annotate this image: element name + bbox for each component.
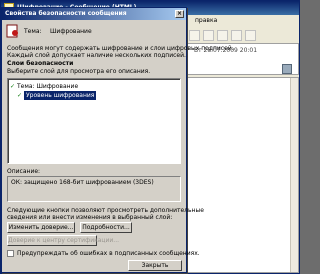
message-body — [187, 77, 299, 273]
dialog-title: Свойства безопасности сообщения — [5, 10, 127, 17]
subject-value: Шифрование — [50, 28, 92, 35]
tree-item-label: Тема: Шифрование — [17, 83, 79, 90]
close-icon[interactable]: × — [175, 10, 184, 18]
description-box: ОК: защищено 168-бит шифрованием (3DES) — [7, 176, 181, 202]
details-button[interactable]: Подробности... — [80, 222, 132, 233]
tree-item-label: Уровень шифрования — [24, 91, 97, 100]
vertical-scrollbar[interactable] — [290, 78, 298, 272]
print-icon[interactable] — [203, 29, 214, 41]
edit-trust-button[interactable]: Изменить доверие... — [7, 222, 75, 233]
description-value: ОК: защищено 168-бит шифрованием (3DES) — [11, 179, 154, 186]
subject-label: Тема: — [24, 28, 42, 35]
down-arrow-icon[interactable] — [245, 29, 256, 41]
trust-ca-button[interactable]: Доверие к центру сертификации... — [7, 235, 119, 246]
dialog-titlebar: Свойства безопасности сообщения × — [2, 8, 186, 20]
check-icon: ✓ — [17, 92, 23, 99]
buttons-hint-line-1: Следующие кнопки позволяют просмотреть д… — [7, 207, 204, 214]
warn-checkbox[interactable] — [7, 250, 14, 257]
info-line-2: Каждый слой допускает наличие нескольких… — [7, 52, 186, 59]
description-label: Описание: — [7, 168, 41, 175]
reply-icon[interactable] — [189, 29, 200, 41]
layers-heading: Слои безопасности — [7, 60, 74, 67]
security-properties-dialog: Свойства безопасности сообщения × Тема: … — [1, 7, 234, 273]
buttons-hint-line-2: сведения или внести изменения в выбранны… — [7, 214, 173, 221]
tree-item-encryption[interactable]: ✓ Уровень шифрования — [10, 91, 178, 100]
check-icon: ✓ — [10, 83, 16, 90]
info-line-1: Сообщения могут содержать шифрование и с… — [7, 45, 234, 52]
close-button[interactable]: Закрыть — [128, 260, 182, 271]
warn-checkbox-label: Предупреждать об ошибках в подписанных с… — [17, 250, 200, 257]
up-arrow-icon[interactable] — [231, 29, 242, 41]
delete-icon[interactable] — [217, 29, 228, 41]
certificate-icon — [6, 24, 18, 38]
background-menubar: правка — [187, 15, 299, 27]
menu-item-edit[interactable]: правка — [195, 17, 217, 24]
security-icon[interactable] — [282, 64, 292, 74]
security-layers-tree[interactable]: ✓ Тема: Шифрование ✓ Уровень шифрования — [7, 78, 181, 164]
background-toolbar — [187, 28, 299, 42]
layers-instruction: Выберите слой для просмотра его описания… — [7, 68, 151, 75]
tree-item-subject[interactable]: ✓ Тема: Шифрование — [10, 82, 178, 91]
